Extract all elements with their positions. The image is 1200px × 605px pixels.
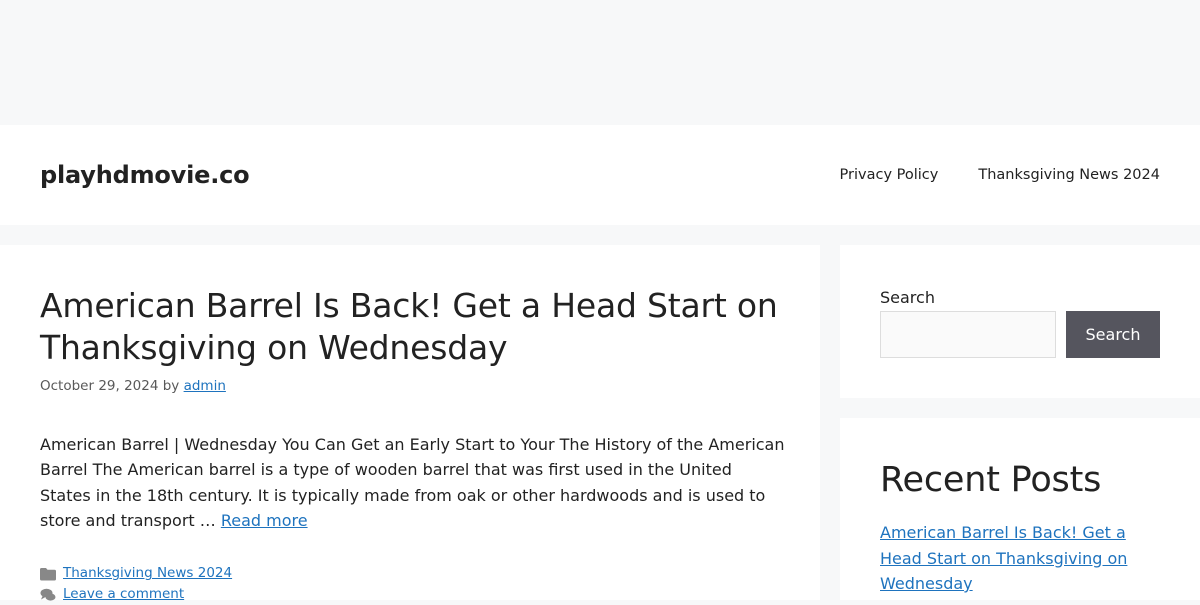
article-summary-text: American Barrel | Wednesday You Can Get … bbox=[40, 435, 785, 531]
article-title-text[interactable]: American Barrel Is Back! Get a Head Star… bbox=[40, 286, 778, 367]
recent-posts-title: Recent Posts bbox=[880, 460, 1102, 500]
site-header: playhdmovie.co Privacy Policy Thanksgivi… bbox=[0, 125, 1200, 225]
article-date: October 29, 2024 bbox=[40, 378, 159, 394]
article-footer: Thanksgiving News 2024 Leave a comment bbox=[40, 563, 232, 605]
search-button[interactable]: Search bbox=[1066, 311, 1160, 358]
read-more-link[interactable]: Read more bbox=[221, 511, 308, 530]
byline-text: by bbox=[158, 378, 184, 394]
folder-icon bbox=[40, 567, 56, 580]
category-link[interactable]: Thanksgiving News 2024 bbox=[63, 563, 232, 584]
article-meta: October 29, 2024 by admin bbox=[40, 376, 226, 396]
search-label: Search bbox=[880, 288, 935, 307]
list-item: American Barrel Is Back! Get a Head Star… bbox=[880, 520, 1165, 597]
comment-icon bbox=[40, 588, 56, 601]
top-banner-area bbox=[0, 0, 1200, 125]
search-input[interactable] bbox=[880, 311, 1056, 358]
site-title-link[interactable]: playhdmovie.co bbox=[40, 159, 250, 191]
nav-item-privacy-policy[interactable]: Privacy Policy bbox=[840, 165, 939, 185]
author-link[interactable]: admin bbox=[184, 378, 226, 394]
leave-comment-link[interactable]: Leave a comment bbox=[63, 584, 184, 605]
recent-posts-list: American Barrel Is Back! Get a Head Star… bbox=[880, 520, 1165, 597]
recent-post-link[interactable]: American Barrel Is Back! Get a Head Star… bbox=[880, 523, 1127, 593]
search-widget: Search Search bbox=[840, 245, 1200, 398]
nav-item-thanksgiving-news[interactable]: Thanksgiving News 2024 bbox=[978, 165, 1160, 185]
article-summary: American Barrel | Wednesday You Can Get … bbox=[40, 432, 785, 534]
comment-row: Leave a comment bbox=[40, 584, 232, 605]
article-title[interactable]: American Barrel Is Back! Get a Head Star… bbox=[40, 285, 800, 369]
article-card: American Barrel Is Back! Get a Head Star… bbox=[0, 245, 820, 602]
main-navigation: Privacy Policy Thanksgiving News 2024 bbox=[840, 165, 1160, 185]
recent-posts-widget: Recent Posts American Barrel Is Back! Ge… bbox=[840, 418, 1200, 600]
category-row: Thanksgiving News 2024 bbox=[40, 563, 232, 584]
